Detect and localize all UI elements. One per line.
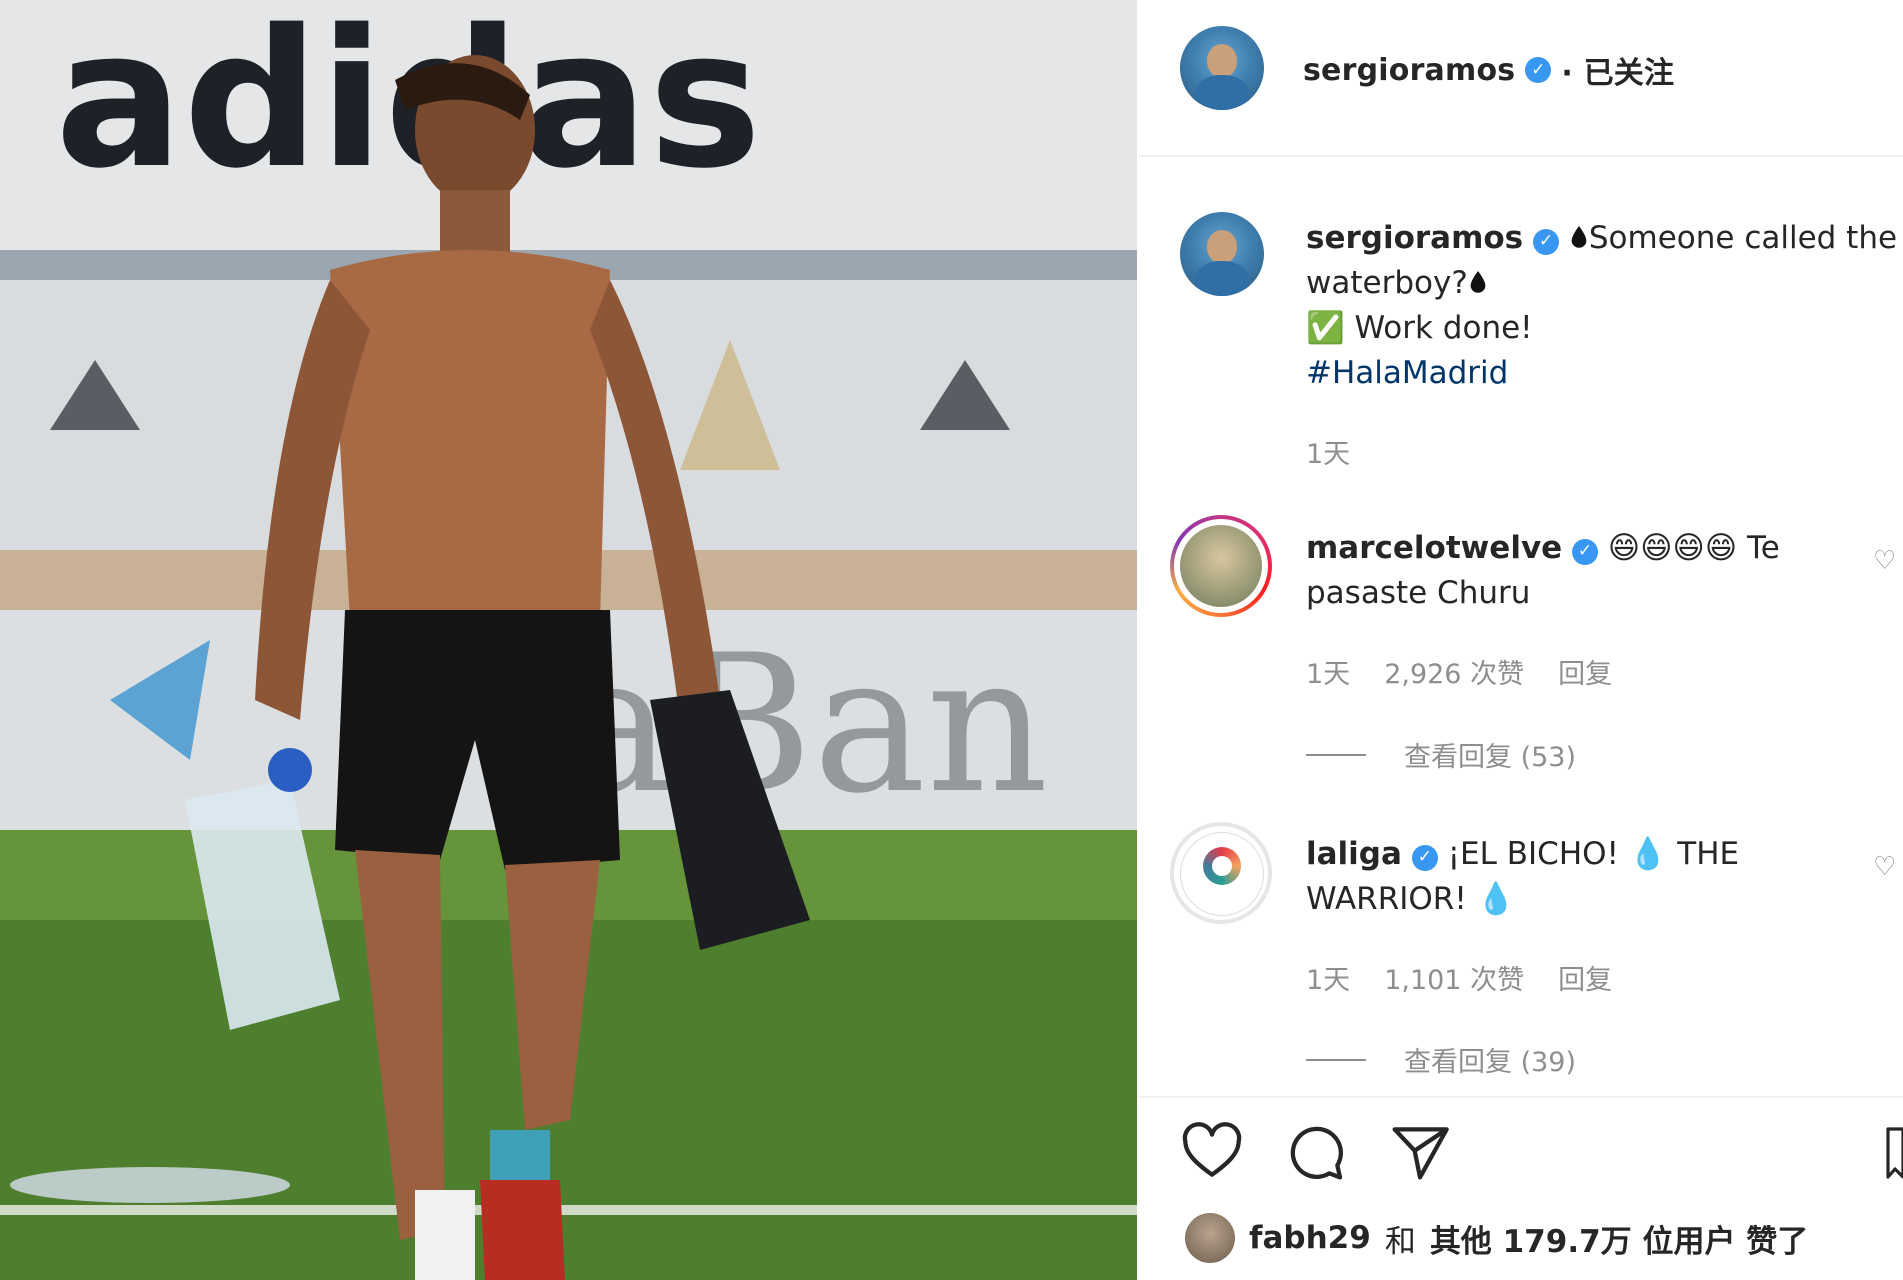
heart-icon[interactable] xyxy=(1180,1120,1244,1184)
photo-illustration: adidas aBan xyxy=(0,0,1137,1280)
share-icon[interactable] xyxy=(1388,1120,1452,1184)
verified-badge-icon: ✓ xyxy=(1572,538,1599,565)
caption: sergioramos ✓ Someone called the waterbo… xyxy=(1306,216,1903,396)
post-photo[interactable]: adidas aBan xyxy=(0,0,1137,1280)
caption-avatar[interactable] xyxy=(1180,212,1264,296)
comment-username[interactable]: marcelotwelve xyxy=(1306,530,1562,566)
water-drop-icon xyxy=(1571,226,1587,248)
comment-avatar[interactable] xyxy=(1180,832,1264,916)
bookmark-icon[interactable] xyxy=(1883,1125,1903,1181)
post-side-panel xyxy=(1137,0,1903,1280)
caption-line2: waterboy? xyxy=(1306,265,1468,301)
caption-username[interactable]: sergioramos xyxy=(1306,220,1523,256)
comment-likes[interactable]: 1,101 次赞 xyxy=(1384,958,1524,997)
header-divider xyxy=(1139,155,1903,157)
verified-badge-icon: ✓ xyxy=(1411,844,1438,871)
likes-summary: fabh29 和 其他 179.7万 位用户 赞了 xyxy=(1185,1213,1808,1263)
comment-like-heart-icon[interactable]: ♡ xyxy=(1873,852,1896,882)
comment-avatar-ring xyxy=(1170,822,1272,924)
caption-line3: ✅ Work done! xyxy=(1306,310,1533,346)
header-avatar[interactable] xyxy=(1180,26,1264,110)
verified-badge-icon: ✓ xyxy=(1533,228,1559,255)
replies-dash xyxy=(1306,1058,1366,1061)
comment-item: laliga ✓ ¡EL BICHO! 💧 THE WARRIOR! 💧 xyxy=(1306,832,1866,922)
comment-meta: 1天 2,926 次赞 回复 xyxy=(1306,652,1612,691)
likes-connector: 和 xyxy=(1384,1223,1416,1260)
comment-time[interactable]: 1天 xyxy=(1306,958,1350,997)
replies-dash xyxy=(1306,753,1366,756)
water-drop-icon xyxy=(1470,271,1486,293)
follow-status[interactable]: · 已关注 xyxy=(1561,48,1674,92)
comment-meta: 1天 1,101 次赞 回复 xyxy=(1306,958,1612,997)
actions-divider xyxy=(1139,1096,1903,1098)
comment-likes[interactable]: 2,926 次赞 xyxy=(1384,652,1524,691)
post-header: sergioramos ✓ · 已关注 xyxy=(1303,48,1674,92)
view-replies[interactable]: 查看回复 (39) xyxy=(1306,1040,1576,1079)
comment-item: marcelotwelve ✓ 😄😄😄😄 Te pasaste Churu xyxy=(1306,526,1866,616)
comment-avatar-ring xyxy=(1170,515,1272,617)
comment-text-line2: pasaste Churu xyxy=(1306,575,1531,611)
view-replies-label[interactable]: 查看回复 (53) xyxy=(1404,735,1576,774)
comment-icon[interactable] xyxy=(1284,1120,1348,1184)
comment-text-line1: ¡EL BICHO! 💧 THE xyxy=(1447,836,1740,872)
caption-meta: 1天 xyxy=(1306,432,1350,471)
view-replies[interactable]: 查看回复 (53) xyxy=(1306,735,1576,774)
comment-reply-button[interactable]: 回复 xyxy=(1558,958,1612,997)
liker-avatar[interactable] xyxy=(1185,1213,1235,1263)
comment-like-heart-icon[interactable]: ♡ xyxy=(1873,546,1896,576)
comment-username[interactable]: laliga xyxy=(1306,836,1402,872)
sponsor-text: aBan xyxy=(560,614,1049,835)
caption-hashtag[interactable]: #HalaMadrid xyxy=(1306,351,1903,396)
liker-username[interactable]: fabh29 xyxy=(1249,1220,1371,1256)
view-replies-label[interactable]: 查看回复 (39) xyxy=(1404,1040,1576,1079)
action-bar xyxy=(1180,1120,1452,1184)
verified-badge-icon: ✓ xyxy=(1525,57,1552,83)
caption-time[interactable]: 1天 xyxy=(1306,432,1350,471)
comment-text-line1: 😄😄😄😄 Te xyxy=(1607,530,1780,566)
comment-time[interactable]: 1天 xyxy=(1306,652,1350,691)
comment-avatar[interactable] xyxy=(1180,525,1262,607)
likes-count-text[interactable]: 其他 179.7万 位用户 赞了 xyxy=(1430,1216,1808,1261)
comment-text-line2: WARRIOR! 💧 xyxy=(1306,881,1516,917)
header-username[interactable]: sergioramos xyxy=(1303,53,1515,88)
caption-line1: Someone called the xyxy=(1588,220,1898,256)
comment-reply-button[interactable]: 回复 xyxy=(1558,652,1612,691)
